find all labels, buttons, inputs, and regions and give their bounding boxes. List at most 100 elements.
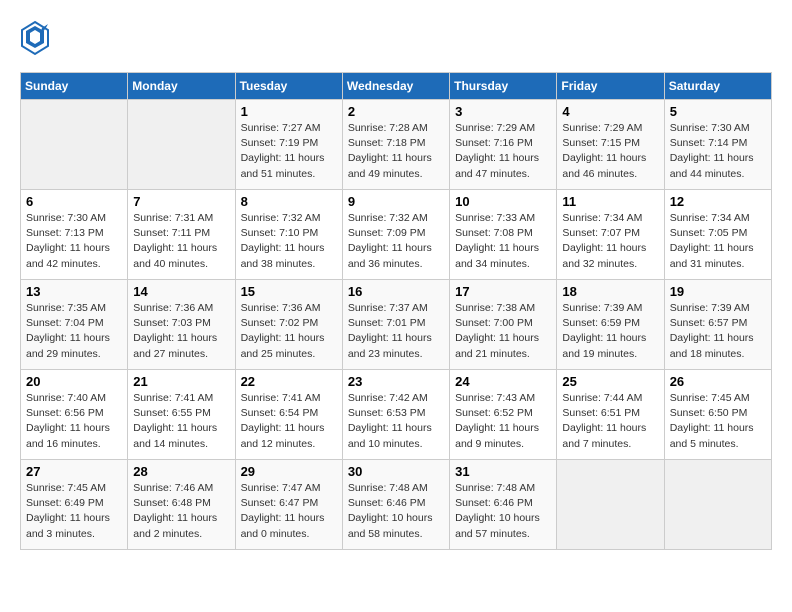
day-number: 11 [562, 194, 658, 209]
day-number: 23 [348, 374, 444, 389]
calendar-cell [21, 100, 128, 190]
day-info: Sunrise: 7:38 AMSunset: 7:00 PMDaylight:… [455, 301, 551, 362]
day-number: 7 [133, 194, 229, 209]
calendar-cell: 29 Sunrise: 7:47 AMSunset: 6:47 PMDayligh… [235, 460, 342, 550]
calendar-cell: 22Sunrise: 7:41 AMSunset: 6:54 PMDayligh… [235, 370, 342, 460]
day-info: Sunrise: 7:42 AMSunset: 6:53 PMDaylight:… [348, 391, 444, 452]
day-number: 21 [133, 374, 229, 389]
logo [20, 20, 54, 56]
day-header-wednesday: Wednesday [342, 73, 449, 100]
day-number: 18 [562, 284, 658, 299]
calendar-cell: 2 Sunrise: 7:28 AMSunset: 7:18 PMDaylight… [342, 100, 449, 190]
page-header [20, 20, 772, 56]
calendar-cell: 15 Sunrise: 7:36 AMSunset: 7:02 PMDayligh… [235, 280, 342, 370]
day-number: 29 [241, 464, 337, 479]
day-info: Sunrise: 7:30 AMSunset: 7:13 PMDaylight:… [26, 211, 122, 272]
day-number: 4 [562, 104, 658, 119]
calendar-cell: 28Sunrise: 7:46 AMSunset: 6:48 PMDayligh… [128, 460, 235, 550]
day-info: Sunrise: 7:48 AMSunset: 6:46 PMDaylight:… [455, 481, 551, 542]
day-number: 31 [455, 464, 551, 479]
day-info: Sunrise: 7:45 AMSunset: 6:50 PMDaylight:… [670, 391, 766, 452]
calendar-cell: 23 Sunrise: 7:42 AMSunset: 6:53 PMDayligh… [342, 370, 449, 460]
day-number: 26 [670, 374, 766, 389]
day-info: Sunrise: 7:28 AMSunset: 7:18 PMDaylight:… [348, 121, 444, 182]
day-info: Sunrise: 7:39 AMSunset: 6:59 PMDaylight:… [562, 301, 658, 362]
day-info: Sunrise: 7:29 AMSunset: 7:15 PMDaylight:… [562, 121, 658, 182]
day-number: 27 [26, 464, 122, 479]
calendar-cell: 5 Sunrise: 7:30 AMSunset: 7:14 PMDaylight… [664, 100, 771, 190]
day-info: Sunrise: 7:27 AMSunset: 7:19 PMDaylight:… [241, 121, 337, 182]
day-info: Sunrise: 7:48 AMSunset: 6:46 PMDaylight:… [348, 481, 444, 542]
day-info: Sunrise: 7:41 AMSunset: 6:54 PMDaylight:… [241, 391, 337, 452]
day-number: 2 [348, 104, 444, 119]
calendar-cell: 11Sunrise: 7:34 AMSunset: 7:07 PMDayligh… [557, 190, 664, 280]
day-header-tuesday: Tuesday [235, 73, 342, 100]
day-info: Sunrise: 7:40 AMSunset: 6:56 PMDaylight:… [26, 391, 122, 452]
calendar-cell: 3Sunrise: 7:29 AMSunset: 7:16 PMDaylight… [450, 100, 557, 190]
calendar-table: SundayMondayTuesdayWednesdayThursdayFrid… [20, 72, 772, 550]
day-info: Sunrise: 7:43 AMSunset: 6:52 PMDaylight:… [455, 391, 551, 452]
day-info: Sunrise: 7:31 AMSunset: 7:11 PMDaylight:… [133, 211, 229, 272]
calendar-cell: 25 Sunrise: 7:44 AMSunset: 6:51 PMDayligh… [557, 370, 664, 460]
day-info: Sunrise: 7:29 AMSunset: 7:16 PMDaylight:… [455, 121, 551, 182]
day-number: 24 [455, 374, 551, 389]
calendar-cell: 30 Sunrise: 7:48 AMSunset: 6:46 PMDayligh… [342, 460, 449, 550]
day-number: 1 [241, 104, 337, 119]
calendar-week-2: 6 Sunrise: 7:30 AMSunset: 7:13 PMDaylight… [21, 190, 772, 280]
day-info: Sunrise: 7:34 AMSunset: 7:05 PMDaylight:… [670, 211, 766, 272]
day-header-friday: Friday [557, 73, 664, 100]
day-number: 30 [348, 464, 444, 479]
calendar-week-4: 20Sunrise: 7:40 AMSunset: 6:56 PMDayligh… [21, 370, 772, 460]
calendar-cell: 18 Sunrise: 7:39 AMSunset: 6:59 PMDayligh… [557, 280, 664, 370]
day-number: 9 [348, 194, 444, 209]
calendar-cell: 26 Sunrise: 7:45 AMSunset: 6:50 PMDayligh… [664, 370, 771, 460]
day-header-saturday: Saturday [664, 73, 771, 100]
day-number: 17 [455, 284, 551, 299]
day-header-sunday: Sunday [21, 73, 128, 100]
day-number: 10 [455, 194, 551, 209]
day-header-monday: Monday [128, 73, 235, 100]
day-number: 5 [670, 104, 766, 119]
calendar-cell: 24 Sunrise: 7:43 AMSunset: 6:52 PMDayligh… [450, 370, 557, 460]
day-info: Sunrise: 7:45 AMSunset: 6:49 PMDaylight:… [26, 481, 122, 542]
calendar-cell: 14Sunrise: 7:36 AMSunset: 7:03 PMDayligh… [128, 280, 235, 370]
calendar-cell: 9 Sunrise: 7:32 AMSunset: 7:09 PMDaylight… [342, 190, 449, 280]
day-info: Sunrise: 7:33 AMSunset: 7:08 PMDaylight:… [455, 211, 551, 272]
calendar-cell: 19 Sunrise: 7:39 AMSunset: 6:57 PMDayligh… [664, 280, 771, 370]
day-info: Sunrise: 7:46 AMSunset: 6:48 PMDaylight:… [133, 481, 229, 542]
day-info: Sunrise: 7:44 AMSunset: 6:51 PMDaylight:… [562, 391, 658, 452]
calendar-cell: 4 Sunrise: 7:29 AMSunset: 7:15 PMDaylight… [557, 100, 664, 190]
calendar-cell: 8 Sunrise: 7:32 AMSunset: 7:10 PMDaylight… [235, 190, 342, 280]
day-number: 8 [241, 194, 337, 209]
calendar-cell: 1 Sunrise: 7:27 AMSunset: 7:19 PMDaylight… [235, 100, 342, 190]
day-info: Sunrise: 7:41 AMSunset: 6:55 PMDaylight:… [133, 391, 229, 452]
calendar-cell [557, 460, 664, 550]
day-info: Sunrise: 7:47 AMSunset: 6:47 PMDaylight:… [241, 481, 337, 542]
day-info: Sunrise: 7:32 AMSunset: 7:10 PMDaylight:… [241, 211, 337, 272]
day-info: Sunrise: 7:39 AMSunset: 6:57 PMDaylight:… [670, 301, 766, 362]
calendar-cell: 13 Sunrise: 7:35 AMSunset: 7:04 PMDayligh… [21, 280, 128, 370]
day-number: 13 [26, 284, 122, 299]
day-number: 25 [562, 374, 658, 389]
calendar-cell: 7 Sunrise: 7:31 AMSunset: 7:11 PMDaylight… [128, 190, 235, 280]
calendar-cell: 31 Sunrise: 7:48 AMSunset: 6:46 PMDayligh… [450, 460, 557, 550]
calendar-week-3: 13 Sunrise: 7:35 AMSunset: 7:04 PMDayligh… [21, 280, 772, 370]
calendar-cell: 12Sunrise: 7:34 AMSunset: 7:05 PMDayligh… [664, 190, 771, 280]
day-number: 19 [670, 284, 766, 299]
day-info: Sunrise: 7:30 AMSunset: 7:14 PMDaylight:… [670, 121, 766, 182]
calendar-cell: 6 Sunrise: 7:30 AMSunset: 7:13 PMDaylight… [21, 190, 128, 280]
calendar-cell: 17 Sunrise: 7:38 AMSunset: 7:00 PMDayligh… [450, 280, 557, 370]
day-number: 16 [348, 284, 444, 299]
calendar-cell: 27 Sunrise: 7:45 AMSunset: 6:49 PMDayligh… [21, 460, 128, 550]
day-number: 6 [26, 194, 122, 209]
day-info: Sunrise: 7:37 AMSunset: 7:01 PMDaylight:… [348, 301, 444, 362]
day-info: Sunrise: 7:36 AMSunset: 7:02 PMDaylight:… [241, 301, 337, 362]
calendar-cell [664, 460, 771, 550]
day-number: 15 [241, 284, 337, 299]
day-number: 14 [133, 284, 229, 299]
calendar-cell: 20Sunrise: 7:40 AMSunset: 6:56 PMDayligh… [21, 370, 128, 460]
day-info: Sunrise: 7:35 AMSunset: 7:04 PMDaylight:… [26, 301, 122, 362]
calendar-week-1: 1 Sunrise: 7:27 AMSunset: 7:19 PMDaylight… [21, 100, 772, 190]
logo-icon [20, 20, 50, 56]
day-info: Sunrise: 7:32 AMSunset: 7:09 PMDaylight:… [348, 211, 444, 272]
